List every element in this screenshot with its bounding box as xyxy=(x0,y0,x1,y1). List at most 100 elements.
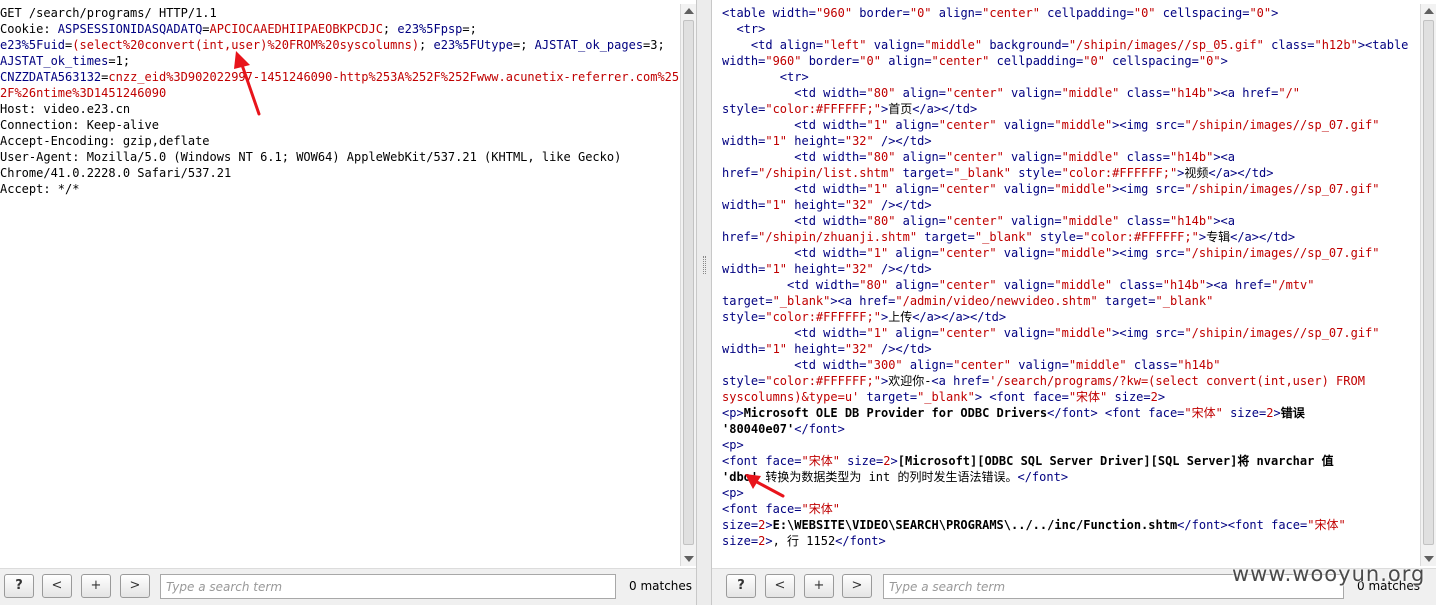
code-token: AJSTAT_ok_pages xyxy=(534,38,644,52)
code-token: ><img xyxy=(1112,182,1156,196)
code-token: src= xyxy=(1155,246,1185,260)
code-token: <td xyxy=(722,182,824,196)
code-token: "center" xyxy=(946,86,1004,100)
code-token: "32" xyxy=(844,134,874,148)
code-line: AJSTAT_ok_times=1; xyxy=(0,53,680,69)
code-token: "宋体" xyxy=(1068,390,1108,404)
code-token: valign= xyxy=(996,118,1055,132)
code-token: </a></td> xyxy=(1208,166,1274,180)
code-token: > xyxy=(1220,54,1228,68)
code-token: target= xyxy=(722,294,773,308)
code-token: "0" xyxy=(1083,54,1105,68)
code-token: "center" xyxy=(938,278,997,292)
code-token: <td xyxy=(722,38,780,52)
response-scrollbar[interactable] xyxy=(1420,4,1436,566)
code-token: background= xyxy=(982,38,1069,52)
code-token: "h14b" xyxy=(1177,358,1221,372)
code-token: <td xyxy=(722,326,824,340)
code-token: target= xyxy=(917,230,975,244)
pane-splitter[interactable] xyxy=(696,0,712,605)
code-token: valign= xyxy=(1003,150,1062,164)
code-token: "宋体" xyxy=(801,502,840,516)
code-token: 视频 xyxy=(1184,166,1209,180)
code-token: "/shipin/images//sp_07.gif" xyxy=(1184,182,1380,196)
code-token: e23%5FUtype xyxy=(433,38,513,52)
previous-match-button[interactable]: < xyxy=(765,574,795,598)
code-line: style="color:#FFFFFF;">首页</a></td> xyxy=(722,101,1418,117)
code-token: "_blank" xyxy=(953,166,1011,180)
code-token: target= xyxy=(1097,294,1156,308)
code-token: "center" xyxy=(938,246,997,260)
code-token: "color:#FFFFFF;" xyxy=(765,102,881,116)
scroll-down-arrow-icon[interactable] xyxy=(684,556,694,562)
code-token: Host: video.e23.cn xyxy=(0,102,131,116)
code-token: href= xyxy=(722,230,759,244)
code-token: valign= xyxy=(1003,86,1062,100)
code-token: , 行 1152 xyxy=(772,534,836,548)
code-token: "80" xyxy=(859,278,889,292)
code-line: width="960" border="0" align="center" ce… xyxy=(722,53,1418,69)
search-input[interactable] xyxy=(160,574,616,599)
scroll-up-arrow-icon[interactable] xyxy=(1424,8,1434,14)
code-token: "center" xyxy=(946,150,1004,164)
code-token: /></td> xyxy=(873,198,932,212)
code-line: CNZZDATA563132=cnzz_eid%3D902022997-1451… xyxy=(0,69,680,85)
code-token: "middle" xyxy=(1054,326,1113,340)
code-token: valign= xyxy=(996,182,1055,196)
code-token: "80" xyxy=(866,214,896,228)
code-token: <td xyxy=(722,358,824,372)
add-button[interactable]: + xyxy=(81,574,111,598)
scroll-down-arrow-icon[interactable] xyxy=(1424,556,1434,562)
code-token: ASPSESSIONIDASQADATQ xyxy=(57,22,203,36)
code-token: <td xyxy=(722,214,824,228)
scroll-thumb[interactable] xyxy=(1423,20,1434,545)
code-token: '80040e07' xyxy=(722,422,795,436)
code-token: valign= xyxy=(866,38,925,52)
code-token: "center" xyxy=(938,182,997,196)
help-button[interactable]: ? xyxy=(726,574,756,598)
help-button[interactable]: ? xyxy=(4,574,34,598)
previous-match-button[interactable]: < xyxy=(42,574,72,598)
code-token: "0" xyxy=(1198,54,1221,68)
code-token: "middle" xyxy=(1061,214,1120,228)
code-token: src= xyxy=(1155,182,1185,196)
code-token: </a></td> xyxy=(912,102,978,116)
code-token: "1" xyxy=(866,182,889,196)
code-token: "center" xyxy=(938,118,997,132)
scroll-thumb[interactable] xyxy=(683,20,694,545)
code-token: size= xyxy=(722,534,759,548)
splitter-grip-icon[interactable] xyxy=(703,256,706,274)
request-scrollbar[interactable] xyxy=(680,4,696,566)
code-token: 2 xyxy=(1150,390,1158,404)
code-token: "middle" xyxy=(1054,182,1113,196)
request-editor[interactable]: GET /search/programs/ HTTP/1.1 Cookie: AS… xyxy=(0,5,680,562)
code-token: > xyxy=(890,454,898,468)
code-token: "0" xyxy=(909,6,932,20)
code-token: "32" xyxy=(844,262,874,276)
code-token: <font xyxy=(982,390,1033,404)
code-token: face= xyxy=(765,502,802,516)
code-token: style= xyxy=(1011,166,1062,180)
code-token: width= xyxy=(823,214,867,228)
scroll-up-arrow-icon[interactable] xyxy=(684,8,694,14)
code-token: cnzz_eid%3D902022997-1451246090-http%253… xyxy=(108,70,680,84)
code-token: face= xyxy=(1148,406,1185,420)
code-token: border= xyxy=(801,54,860,68)
code-line: e23%5Fuid=(select%20convert(int,user)%20… xyxy=(0,37,680,53)
code-token: ><img xyxy=(1112,326,1156,340)
code-line: <p> xyxy=(722,485,1418,501)
code-line: Cookie: ASPSESSIONIDASQADATQ=APCIOCAAEDH… xyxy=(0,21,680,37)
code-token: /></td> xyxy=(873,134,932,148)
next-match-button[interactable]: > xyxy=(120,574,150,598)
code-token: E:\WEBSITE\VIDEO\SEARCH\PROGRAMS\../../i… xyxy=(772,518,1178,532)
code-token: style= xyxy=(722,310,766,324)
add-button[interactable]: + xyxy=(804,574,834,598)
code-token: <font xyxy=(1097,406,1149,420)
code-token: "/shipin/list.shtm" xyxy=(758,166,896,180)
next-match-button[interactable]: > xyxy=(842,574,872,598)
code-token: "h14b" xyxy=(1169,214,1214,228)
code-token: <tr> xyxy=(722,70,809,84)
code-token: "_blank" xyxy=(1155,294,1214,308)
code-token: width= xyxy=(823,118,867,132)
response-editor[interactable]: <table width="960" border="0" align="cen… xyxy=(712,5,1418,562)
